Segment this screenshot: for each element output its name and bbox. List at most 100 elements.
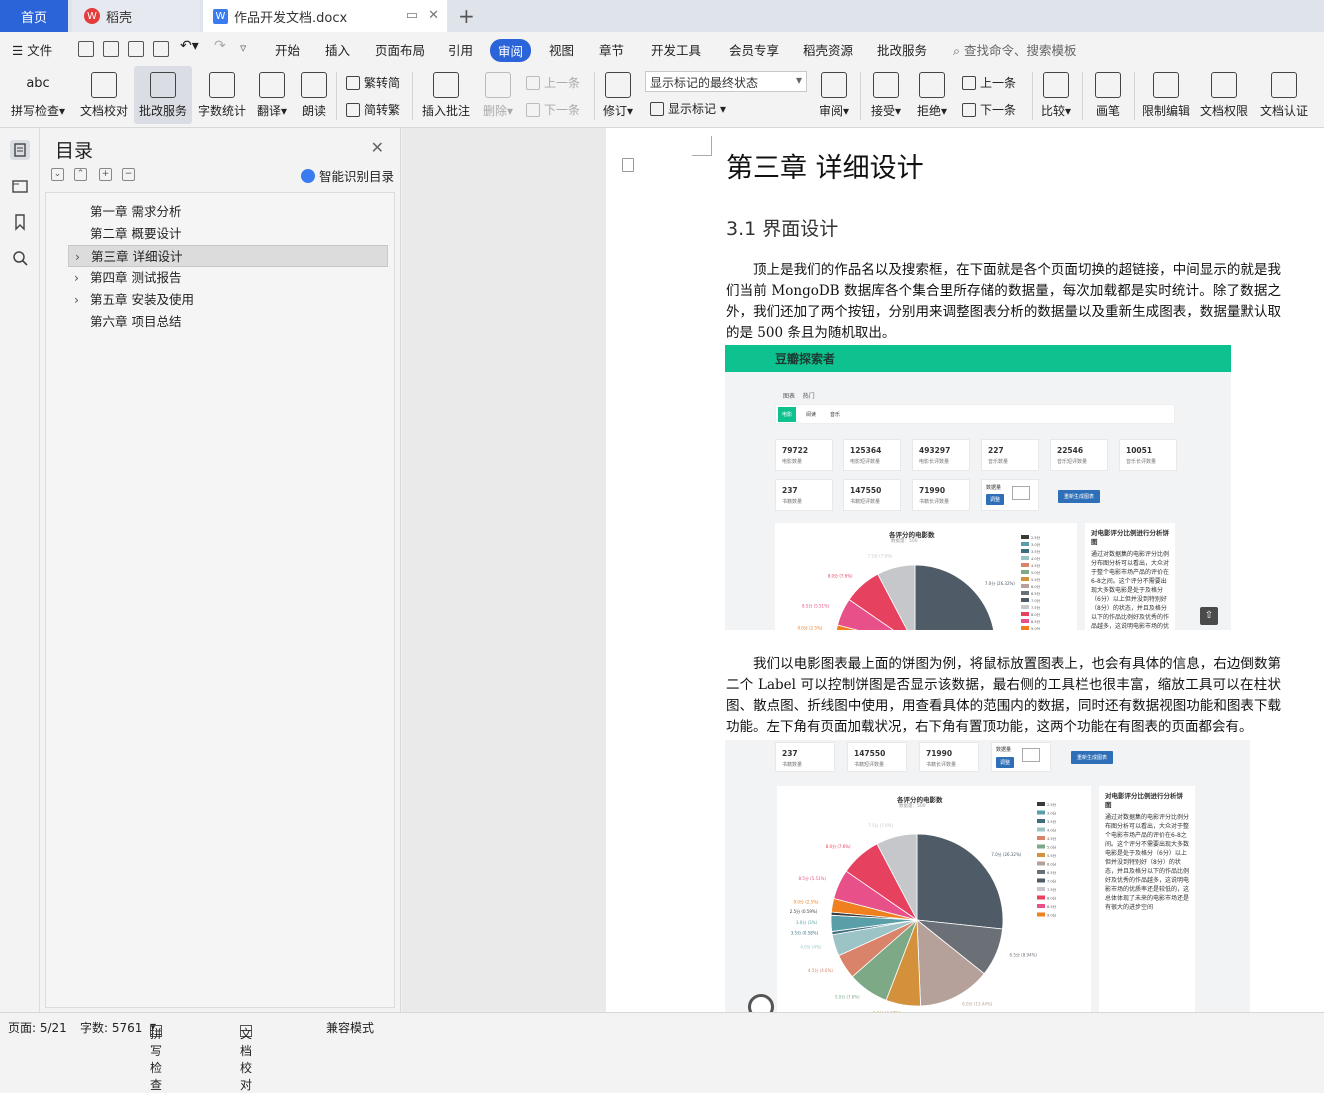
remove-heading-icon[interactable]: − xyxy=(122,168,135,181)
adjust-button: 调整 xyxy=(986,494,1005,505)
read-aloud-label: 朗读 xyxy=(301,104,326,118)
search-panel-icon[interactable] xyxy=(10,248,30,268)
pie-slice-label: 7.0分 (26.32%) xyxy=(985,580,1015,586)
pie-slice-label: 8.5分 (5.51%) xyxy=(802,603,830,609)
document-page[interactable]: 第三章 详细设计 3.1 界面设计 顶上是我们的作品名以及搜索框，在下面就是各个… xyxy=(606,128,1324,1012)
legend-swatch xyxy=(1037,836,1045,840)
export-pdf-icon[interactable] xyxy=(103,41,119,57)
prev-change-icon xyxy=(962,75,976,90)
redo-icon[interactable]: ↷ xyxy=(214,38,226,54)
insert-comment-button[interactable]: 插入批注 xyxy=(420,66,472,124)
toc-item-chapter4[interactable]: › 第四章 测试报告 xyxy=(68,267,388,289)
stat-card: 227 音乐数量 xyxy=(981,439,1039,471)
reject-button[interactable]: 拒绝▾ xyxy=(912,66,952,124)
menu-view[interactable]: 视图 xyxy=(549,40,574,59)
toc-item-chapter5[interactable]: › 第五章 安装及使用 xyxy=(68,289,388,311)
search-icon: ⌕ xyxy=(953,43,961,58)
prev-change-button[interactable]: 上一条 xyxy=(962,74,1016,91)
legend-swatch xyxy=(1021,591,1029,595)
toc-item-label: 第四章 测试报告 xyxy=(90,270,182,285)
smart-toc-label: 智能识别目录 xyxy=(319,169,395,184)
trad-to-simp-button[interactable]: 繁转简 xyxy=(346,74,400,91)
restrict-editing-button[interactable]: 限制编辑 xyxy=(1138,66,1194,124)
toc-item-chapter6[interactable]: 第六章 项目总结 xyxy=(68,311,388,333)
add-heading-icon[interactable]: + xyxy=(99,168,112,181)
menu-review[interactable]: 审阅 xyxy=(490,39,532,62)
compare-button[interactable]: 比较▾ xyxy=(1036,66,1076,124)
accept-button[interactable]: 接受▾ xyxy=(866,66,906,124)
menu-vip[interactable]: 会员专享 xyxy=(729,40,779,59)
save-icon[interactable] xyxy=(78,41,94,57)
track-changes-button[interactable]: 修订▾ xyxy=(598,66,638,124)
show-markup-button[interactable]: 显示标记 ▾ xyxy=(650,100,726,117)
close-tab-icon[interactable]: ✕ xyxy=(428,8,439,23)
menu-insert[interactable]: 插入 xyxy=(325,40,350,59)
chevron-right-icon[interactable]: › xyxy=(74,289,79,311)
translate-button[interactable]: 翻译▾ xyxy=(252,66,292,124)
undo-icon[interactable]: ↶▾ xyxy=(180,38,199,54)
legend-label: 4.5分 xyxy=(1047,836,1057,841)
status-spell-check[interactable]: 拼写检查 ▾ xyxy=(150,1019,162,1092)
chevron-right-icon[interactable]: › xyxy=(74,267,79,289)
prev-comment-button[interactable]: 上一条 xyxy=(526,74,580,91)
markup-state-select[interactable]: 显示标记的最终状态 xyxy=(645,71,807,92)
read-aloud-button[interactable]: 朗读 xyxy=(296,66,332,124)
expand-up-icon[interactable]: ⌃ xyxy=(74,168,87,181)
menu-chapter[interactable]: 章节 xyxy=(599,40,624,59)
toc-panel-icon[interactable] xyxy=(10,140,30,160)
stat-value: 147550 xyxy=(854,749,886,758)
menu-reference[interactable]: 引用 xyxy=(448,40,473,59)
delete-comment-button[interactable]: 删除▾ xyxy=(478,66,518,124)
print-icon[interactable] xyxy=(128,41,144,57)
review-pane-button[interactable]: 审阅▾ xyxy=(814,66,854,124)
file-menu[interactable]: ☰ 文件 xyxy=(12,40,52,59)
stat-value: 22546 xyxy=(1057,446,1084,455)
tab-daoke[interactable]: W 稻壳 xyxy=(72,0,200,32)
word-count-indicator[interactable]: 字数: 5761 xyxy=(80,1019,142,1036)
tab-home[interactable]: 首页 xyxy=(0,0,68,32)
next-comment-button[interactable]: 下一条 xyxy=(526,101,580,118)
analysis-title: 对电影评分比例进行分析饼图 xyxy=(1105,792,1183,809)
pen-button[interactable]: 画笔 xyxy=(1088,66,1128,124)
toc-item-chapter1[interactable]: 第一章 需求分析 xyxy=(68,201,388,223)
pen-icon xyxy=(1095,72,1121,98)
legend-label: 7.5分 xyxy=(1047,887,1057,892)
toc-item-chapter2[interactable]: 第二章 概要设计 xyxy=(68,223,388,245)
next-change-label: 下一条 xyxy=(980,103,1017,117)
command-search[interactable]: ⌕ 查找命令、搜索模板 xyxy=(953,40,1077,59)
word-count-button[interactable]: 字数统计 xyxy=(194,66,250,124)
legend-label: 6.0分 xyxy=(1047,862,1057,867)
legend-swatch xyxy=(1021,563,1029,567)
correction-service-button[interactable]: 批改服务 xyxy=(134,66,192,124)
menu-start[interactable]: 开始 xyxy=(275,40,300,59)
chapter-nav-icon[interactable] xyxy=(10,176,30,196)
chevron-right-icon[interactable]: › xyxy=(75,246,80,268)
tab-document[interactable]: W 作品开发文档.docx ▭ ✕ xyxy=(203,0,447,32)
close-icon[interactable]: ✕ xyxy=(371,138,384,157)
restore-window-icon[interactable]: ▭ xyxy=(406,8,418,23)
stat-value: 71990 xyxy=(919,486,946,495)
menu-developer[interactable]: 开发工具 xyxy=(651,40,701,59)
new-tab-icon[interactable]: + xyxy=(458,4,475,28)
accept-label: 接受 xyxy=(870,104,895,118)
doc-proofread-button[interactable]: 文档校对 xyxy=(76,66,132,124)
next-change-button[interactable]: 下一条 xyxy=(962,101,1016,118)
quick-access-dropdown-icon[interactable]: ▿ xyxy=(240,40,246,55)
menu-correction-service[interactable]: 批改服务 xyxy=(877,40,927,59)
embedded-screenshot-1: 豆瓣探索者 图表 热门 电影 阅读 音乐 79722 电影数量 125364 电影短… xyxy=(725,345,1231,630)
collapse-all-icon[interactable]: ⌄ xyxy=(51,168,64,181)
toc-item-chapter3[interactable]: › 第三章 详细设计 xyxy=(68,245,388,267)
bookmark-icon[interactable] xyxy=(10,212,30,232)
pie-slice-label: 7.5分 (7.6%) xyxy=(868,553,893,559)
menu-daoke-resources[interactable]: 稻壳资源 xyxy=(803,40,853,59)
doc-certification-button[interactable]: 文档认证 xyxy=(1256,66,1312,124)
page-indicator[interactable]: 页面: 5/21 xyxy=(8,1019,67,1036)
print-preview-icon[interactable] xyxy=(153,41,169,57)
menu-page-layout[interactable]: 页面布局 xyxy=(375,40,425,59)
doc-permission-button[interactable]: 文档权限 xyxy=(1196,66,1252,124)
simp-to-trad-button[interactable]: 简转繁 xyxy=(346,101,400,118)
smart-toc-button[interactable]: 智能识别目录 xyxy=(301,166,394,185)
page-options-icon[interactable] xyxy=(622,158,634,172)
reject-icon xyxy=(919,72,945,98)
spell-check-button[interactable]: abc 拼写检查▾ xyxy=(6,66,70,124)
